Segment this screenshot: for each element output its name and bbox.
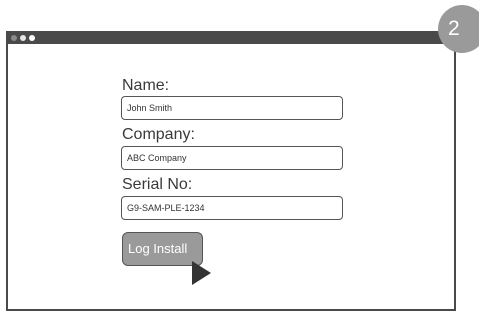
window-control-dot[interactable] (11, 35, 17, 41)
company-field[interactable]: ABC Company (121, 146, 343, 170)
name-field[interactable]: John Smith (121, 96, 343, 120)
mouse-pointer-icon (192, 261, 211, 285)
name-label: Name: (122, 77, 170, 94)
app-window (6, 31, 456, 311)
window-control-dot[interactable] (29, 35, 35, 41)
window-control-dot[interactable] (20, 35, 26, 41)
serial-number-label: Serial No: (122, 176, 193, 193)
company-label: Company: (122, 126, 195, 143)
step-number-badge: 2 (438, 5, 479, 53)
window-titlebar (6, 31, 456, 44)
serial-number-field[interactable]: G9-SAM-PLE-1234 (121, 196, 343, 220)
